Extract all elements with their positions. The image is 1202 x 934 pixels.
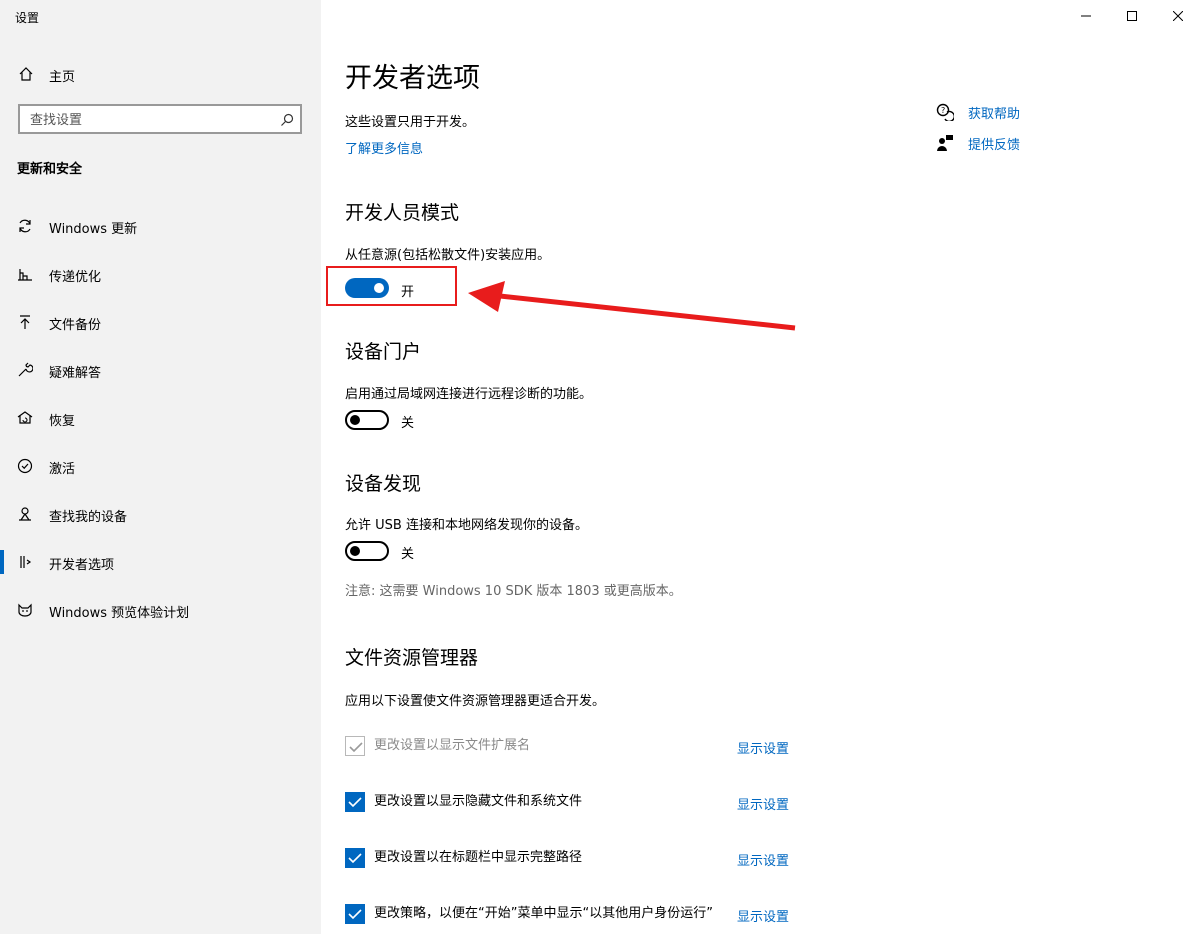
option-checkbox-run-as-user[interactable] (345, 904, 365, 924)
sidebar-item-label: 文件备份 (49, 318, 102, 333)
sidebar-item-developer-options[interactable]: 开发者选项 (0, 542, 321, 582)
maximize-icon (1127, 11, 1137, 21)
option-checkbox-file-extensions[interactable] (345, 736, 365, 756)
sidebar-item-delivery-optimization[interactable]: 传递优化 (0, 254, 321, 294)
developer-mode-heading: 开发人员模式 (345, 202, 460, 224)
sidebar-item-label: 传递优化 (49, 270, 102, 285)
close-icon (1173, 11, 1183, 21)
toggle-knob (350, 415, 360, 425)
close-button[interactable] (1155, 0, 1201, 32)
developer-mode-description: 从任意源(包括松散文件)安装应用。 (345, 248, 551, 263)
check-icon (349, 742, 363, 753)
get-help-link[interactable]: ? 获取帮助 (936, 101, 1136, 123)
backup-icon (17, 314, 33, 330)
feedback-icon (936, 134, 954, 152)
search-input[interactable] (28, 110, 272, 130)
wrench-icon (17, 362, 34, 378)
show-settings-link[interactable]: 显示设置 (737, 906, 789, 925)
nav-home[interactable]: 主页 (0, 58, 321, 90)
learn-more-link[interactable]: 了解更多信息 (345, 138, 423, 157)
annotation-highlight-box (326, 266, 457, 306)
activation-check-icon (17, 458, 33, 474)
sidebar-item-label: 查找我的设备 (49, 510, 128, 525)
device-discovery-heading: 设备发现 (345, 473, 422, 495)
show-settings-link[interactable]: 显示设置 (737, 794, 789, 813)
settings-window: 设置 主页 更新和安全 Windows 更新 传递优化 (0, 0, 1202, 934)
option-label: 更改设置以在标题栏中显示完整路径 (374, 850, 583, 865)
get-help-label: 获取帮助 (968, 107, 1021, 122)
option-label: 更改设置以显示文件扩展名 (374, 738, 531, 753)
device-portal-description: 启用通过局域网连接进行远程诊断的功能。 (345, 387, 593, 402)
svg-text:?: ? (941, 106, 945, 115)
check-icon (348, 909, 362, 920)
check-icon (348, 853, 362, 864)
sidebar-item-label: 恢复 (49, 414, 76, 429)
minimize-icon (1081, 15, 1091, 17)
option-label: 更改策略，以便在“开始”菜单中显示“以其他用户身份运行” (374, 906, 713, 921)
sidebar-item-label: Windows 更新 (49, 222, 138, 237)
sidebar-item-label: 开发者选项 (49, 558, 115, 573)
show-settings-link[interactable]: 显示设置 (737, 738, 789, 757)
sidebar-item-windows-insider[interactable]: Windows 预览体验计划 (0, 590, 321, 630)
option-checkbox-full-path[interactable] (345, 848, 365, 868)
device-discovery-state: 关 (401, 547, 415, 562)
device-portal-state: 关 (401, 416, 415, 431)
search-icon[interactable] (280, 112, 294, 126)
search-box[interactable] (18, 104, 302, 134)
find-device-icon (17, 506, 33, 522)
sidebar-item-activation[interactable]: 激活 (0, 446, 321, 486)
feedback-label: 提供反馈 (968, 138, 1021, 153)
device-discovery-description: 允许 USB 连接和本地网络发现你的设备。 (345, 518, 588, 533)
sidebar-item-find-my-device[interactable]: 查找我的设备 (0, 494, 321, 534)
file-explorer-description: 应用以下设置使文件资源管理器更适合开发。 (345, 694, 606, 709)
maximize-button[interactable] (1109, 0, 1155, 32)
delivery-optimization-icon (17, 266, 33, 282)
feedback-link[interactable]: 提供反馈 (936, 132, 1136, 154)
help-chat-icon: ? (936, 103, 955, 123)
device-portal-heading: 设备门户 (345, 341, 422, 363)
sidebar-item-troubleshoot[interactable]: 疑难解答 (0, 350, 321, 390)
app-title: 设置 (15, 11, 40, 25)
home-icon (18, 66, 34, 82)
recovery-icon (17, 410, 33, 426)
developer-icon (17, 554, 33, 570)
nav-home-label: 主页 (49, 70, 76, 85)
option-label: 更改设置以显示隐藏文件和系统文件 (374, 794, 583, 809)
content-pane: 开发者选项 这些设置只用于开发。 了解更多信息 ? 获取帮助 提供反馈 开发人员… (321, 0, 1202, 934)
insider-cat-icon (17, 602, 33, 618)
sidebar-item-windows-update[interactable]: Windows 更新 (0, 206, 321, 246)
sidebar-item-label: 疑难解答 (49, 366, 102, 381)
sidebar-item-recovery[interactable]: 恢复 (0, 398, 321, 438)
check-icon (348, 797, 362, 808)
sdk-version-note: 注意: 这需要 Windows 10 SDK 版本 1803 或更高版本。 (345, 584, 682, 599)
sync-icon (17, 218, 33, 234)
annotation-arrow-icon (468, 281, 796, 331)
option-checkbox-hidden-files[interactable] (345, 792, 365, 812)
show-settings-link[interactable]: 显示设置 (737, 850, 789, 869)
minimize-button[interactable] (1063, 0, 1109, 32)
sidebar-item-label: Windows 预览体验计划 (49, 606, 190, 621)
device-portal-toggle[interactable] (345, 410, 389, 430)
sidebar-item-label: 激活 (49, 462, 76, 477)
toggle-knob (350, 546, 360, 556)
section-title: 更新和安全 (17, 162, 83, 177)
file-explorer-heading: 文件资源管理器 (345, 647, 479, 669)
intro-text: 这些设置只用于开发。 (345, 115, 476, 130)
page-title: 开发者选项 (345, 63, 480, 94)
device-discovery-toggle[interactable] (345, 541, 389, 561)
sidebar-item-backup[interactable]: 文件备份 (0, 302, 321, 342)
sidebar: 设置 主页 更新和安全 Windows 更新 传递优化 (0, 0, 321, 934)
